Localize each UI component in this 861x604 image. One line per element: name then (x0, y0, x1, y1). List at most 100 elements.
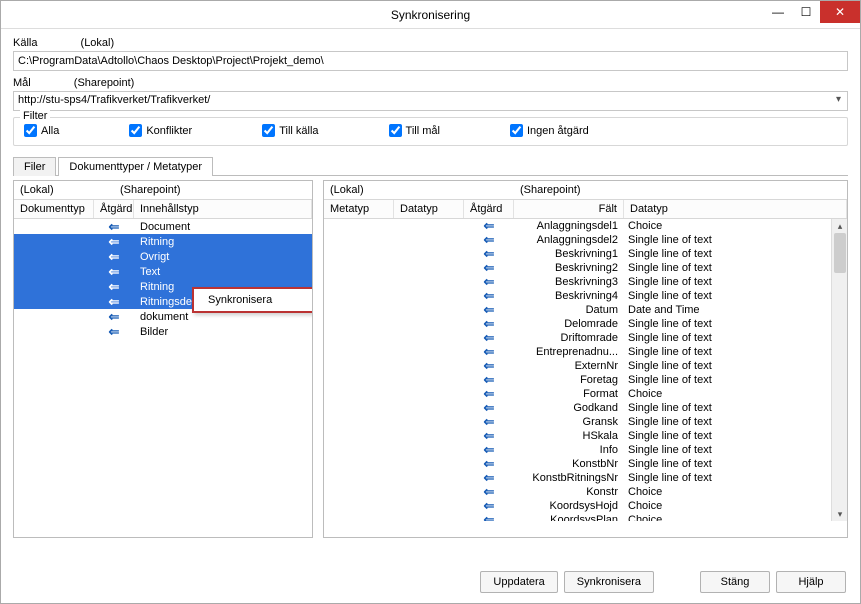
maximize-button[interactable]: ☐ (792, 1, 820, 23)
arrow-left-icon: ⇐ (484, 232, 495, 247)
right-col-dtype-l[interactable]: Datatyp (394, 200, 464, 218)
scroll-thumb[interactable] (834, 233, 846, 273)
row-dtype: Choice (624, 500, 847, 512)
filter-conflicts[interactable]: Konflikter (129, 124, 192, 137)
list-row[interactable]: ⇐Ovrigt (14, 249, 312, 264)
meta-row[interactable]: ⇐KonstbNrSingle line of text (324, 457, 847, 471)
row-field: Godkand (514, 402, 624, 414)
row-field: Entreprenadnu... (514, 346, 624, 358)
meta-row[interactable]: ⇐Beskrivning4Single line of text (324, 289, 847, 303)
arrow-left-icon: ⇐ (109, 294, 120, 309)
right-col-action[interactable]: Åtgärd (464, 200, 514, 218)
left-col-ctype[interactable]: Innehållstyp (134, 200, 312, 218)
left-head-local: (Lokal) (20, 184, 120, 196)
left-col-action[interactable]: Åtgärd (94, 200, 134, 218)
window-title: Synkronisering (391, 8, 470, 22)
meta-row[interactable]: ⇐HSkalaSingle line of text (324, 429, 847, 443)
meta-row[interactable]: ⇐Anlaggningsdel2Single line of text (324, 233, 847, 247)
list-row[interactable]: ⇐Text (14, 264, 312, 279)
meta-row[interactable]: ⇐KoordsysHojdChoice (324, 499, 847, 513)
left-pane: (Lokal) (Sharepoint) Dokumenttyp Åtgärd … (13, 180, 313, 538)
meta-row[interactable]: ⇐Anlaggningsdel1Choice (324, 219, 847, 233)
filter-to-target[interactable]: Till mål (389, 124, 440, 137)
row-field: Format (514, 388, 624, 400)
row-field: Beskrivning4 (514, 290, 624, 302)
filter-group: Filter Alla Konflikter Till källa Till m… (13, 117, 848, 146)
meta-row[interactable]: ⇐DelomradeSingle line of text (324, 317, 847, 331)
meta-row[interactable]: ⇐ForetagSingle line of text (324, 373, 847, 387)
filter-to-target-checkbox[interactable] (389, 124, 402, 137)
target-path-select[interactable]: http://stu-sps4/Trafikverket/Trafikverke… (13, 91, 848, 111)
arrow-left-icon: ⇐ (484, 498, 495, 513)
left-col-doc[interactable]: Dokumenttyp (14, 200, 94, 218)
scrollbar[interactable]: ▴ ▾ (831, 219, 847, 521)
row-dtype: Single line of text (624, 360, 847, 372)
row-dtype: Single line of text (624, 472, 847, 484)
arrow-left-icon: ⇐ (109, 309, 120, 324)
right-rows[interactable]: ⇐Anlaggningsdel1Choice⇐Anlaggningsdel2Si… (324, 219, 847, 521)
scroll-down-icon[interactable]: ▾ (832, 507, 847, 521)
filter-to-source-checkbox[interactable] (262, 124, 275, 137)
filter-to-source[interactable]: Till källa (262, 124, 318, 137)
arrow-left-icon: ⇐ (109, 324, 120, 339)
help-button[interactable]: Hjälp (776, 571, 846, 593)
filter-no-action[interactable]: Ingen åtgärd (510, 124, 589, 137)
arrow-left-icon: ⇐ (484, 219, 495, 233)
meta-row[interactable]: ⇐KoordsysPlanChoice (324, 513, 847, 521)
meta-row[interactable]: ⇐DatumDate and Time (324, 303, 847, 317)
meta-row[interactable]: ⇐KonstrChoice (324, 485, 847, 499)
arrow-left-icon: ⇐ (484, 302, 495, 317)
row-field: KonstbRitningsNr (514, 472, 624, 484)
filter-all-checkbox[interactable] (24, 124, 37, 137)
left-rows[interactable]: ⇐Document⇐Ritning⇐Ovrigt⇐Text⇐Ritning⇐Ri… (14, 219, 312, 521)
titlebar-controls: — ☐ ✕ (764, 1, 860, 23)
right-col-field[interactable]: Fält (514, 200, 624, 218)
meta-row[interactable]: ⇐GranskSingle line of text (324, 415, 847, 429)
right-col-dtype-r[interactable]: Datatyp (624, 200, 847, 218)
target-label: Mål (13, 77, 31, 89)
row-dtype: Single line of text (624, 402, 847, 414)
meta-row[interactable]: ⇐Beskrivning1Single line of text (324, 247, 847, 261)
arrow-left-icon: ⇐ (484, 442, 495, 457)
row-field: Info (514, 444, 624, 456)
row-ctype: Bilder (134, 326, 312, 338)
minimize-button[interactable]: — (764, 1, 792, 23)
scroll-up-icon[interactable]: ▴ (832, 219, 847, 233)
arrow-left-icon: ⇐ (484, 274, 495, 289)
filter-no-action-checkbox[interactable] (510, 124, 523, 137)
meta-row[interactable]: ⇐Beskrivning3Single line of text (324, 275, 847, 289)
arrow-left-icon: ⇐ (484, 330, 495, 345)
list-row[interactable]: ⇐Document (14, 219, 312, 234)
list-row[interactable]: ⇐Ritning (14, 234, 312, 249)
close-button[interactable]: ✕ (820, 1, 860, 23)
meta-row[interactable]: ⇐DriftomradeSingle line of text (324, 331, 847, 345)
meta-row[interactable]: ⇐ExternNrSingle line of text (324, 359, 847, 373)
row-dtype: Choice (624, 514, 847, 521)
update-button[interactable]: Uppdatera (480, 571, 557, 593)
meta-row[interactable]: ⇐GodkandSingle line of text (324, 401, 847, 415)
row-ctype: Document (134, 221, 312, 233)
tab-files[interactable]: Filer (13, 157, 56, 176)
row-field: HSkala (514, 430, 624, 442)
source-label: Källa (13, 37, 37, 49)
close-dialog-button[interactable]: Stäng (700, 571, 770, 593)
meta-row[interactable]: ⇐Entreprenadnu...Single line of text (324, 345, 847, 359)
right-col-meta[interactable]: Metatyp (324, 200, 394, 218)
right-pane: (Lokal) (Sharepoint) Metatyp Datatyp Åtg… (323, 180, 848, 538)
filter-conflicts-checkbox[interactable] (129, 124, 142, 137)
meta-row[interactable]: ⇐Beskrivning2Single line of text (324, 261, 847, 275)
row-ctype: Ritning (134, 236, 312, 248)
list-row[interactable]: ⇐ Bilder (14, 324, 312, 339)
source-path-input[interactable] (13, 51, 848, 71)
button-bar: Uppdatera Synkronisera Stäng Hjälp (1, 571, 860, 593)
meta-row[interactable]: ⇐KonstbRitningsNrSingle line of text (324, 471, 847, 485)
row-field: KoordsysPlan (514, 514, 624, 521)
row-dtype: Single line of text (624, 374, 847, 386)
meta-row[interactable]: ⇐FormatChoice (324, 387, 847, 401)
filter-all[interactable]: Alla (24, 124, 59, 137)
meta-row[interactable]: ⇐InfoSingle line of text (324, 443, 847, 457)
tab-doc-meta[interactable]: Dokumenttyper / Metatyper (58, 157, 213, 176)
sync-button[interactable]: Synkronisera (564, 571, 654, 593)
context-sync[interactable]: Synkronisera (194, 289, 313, 311)
row-ctype: Text (134, 266, 312, 278)
